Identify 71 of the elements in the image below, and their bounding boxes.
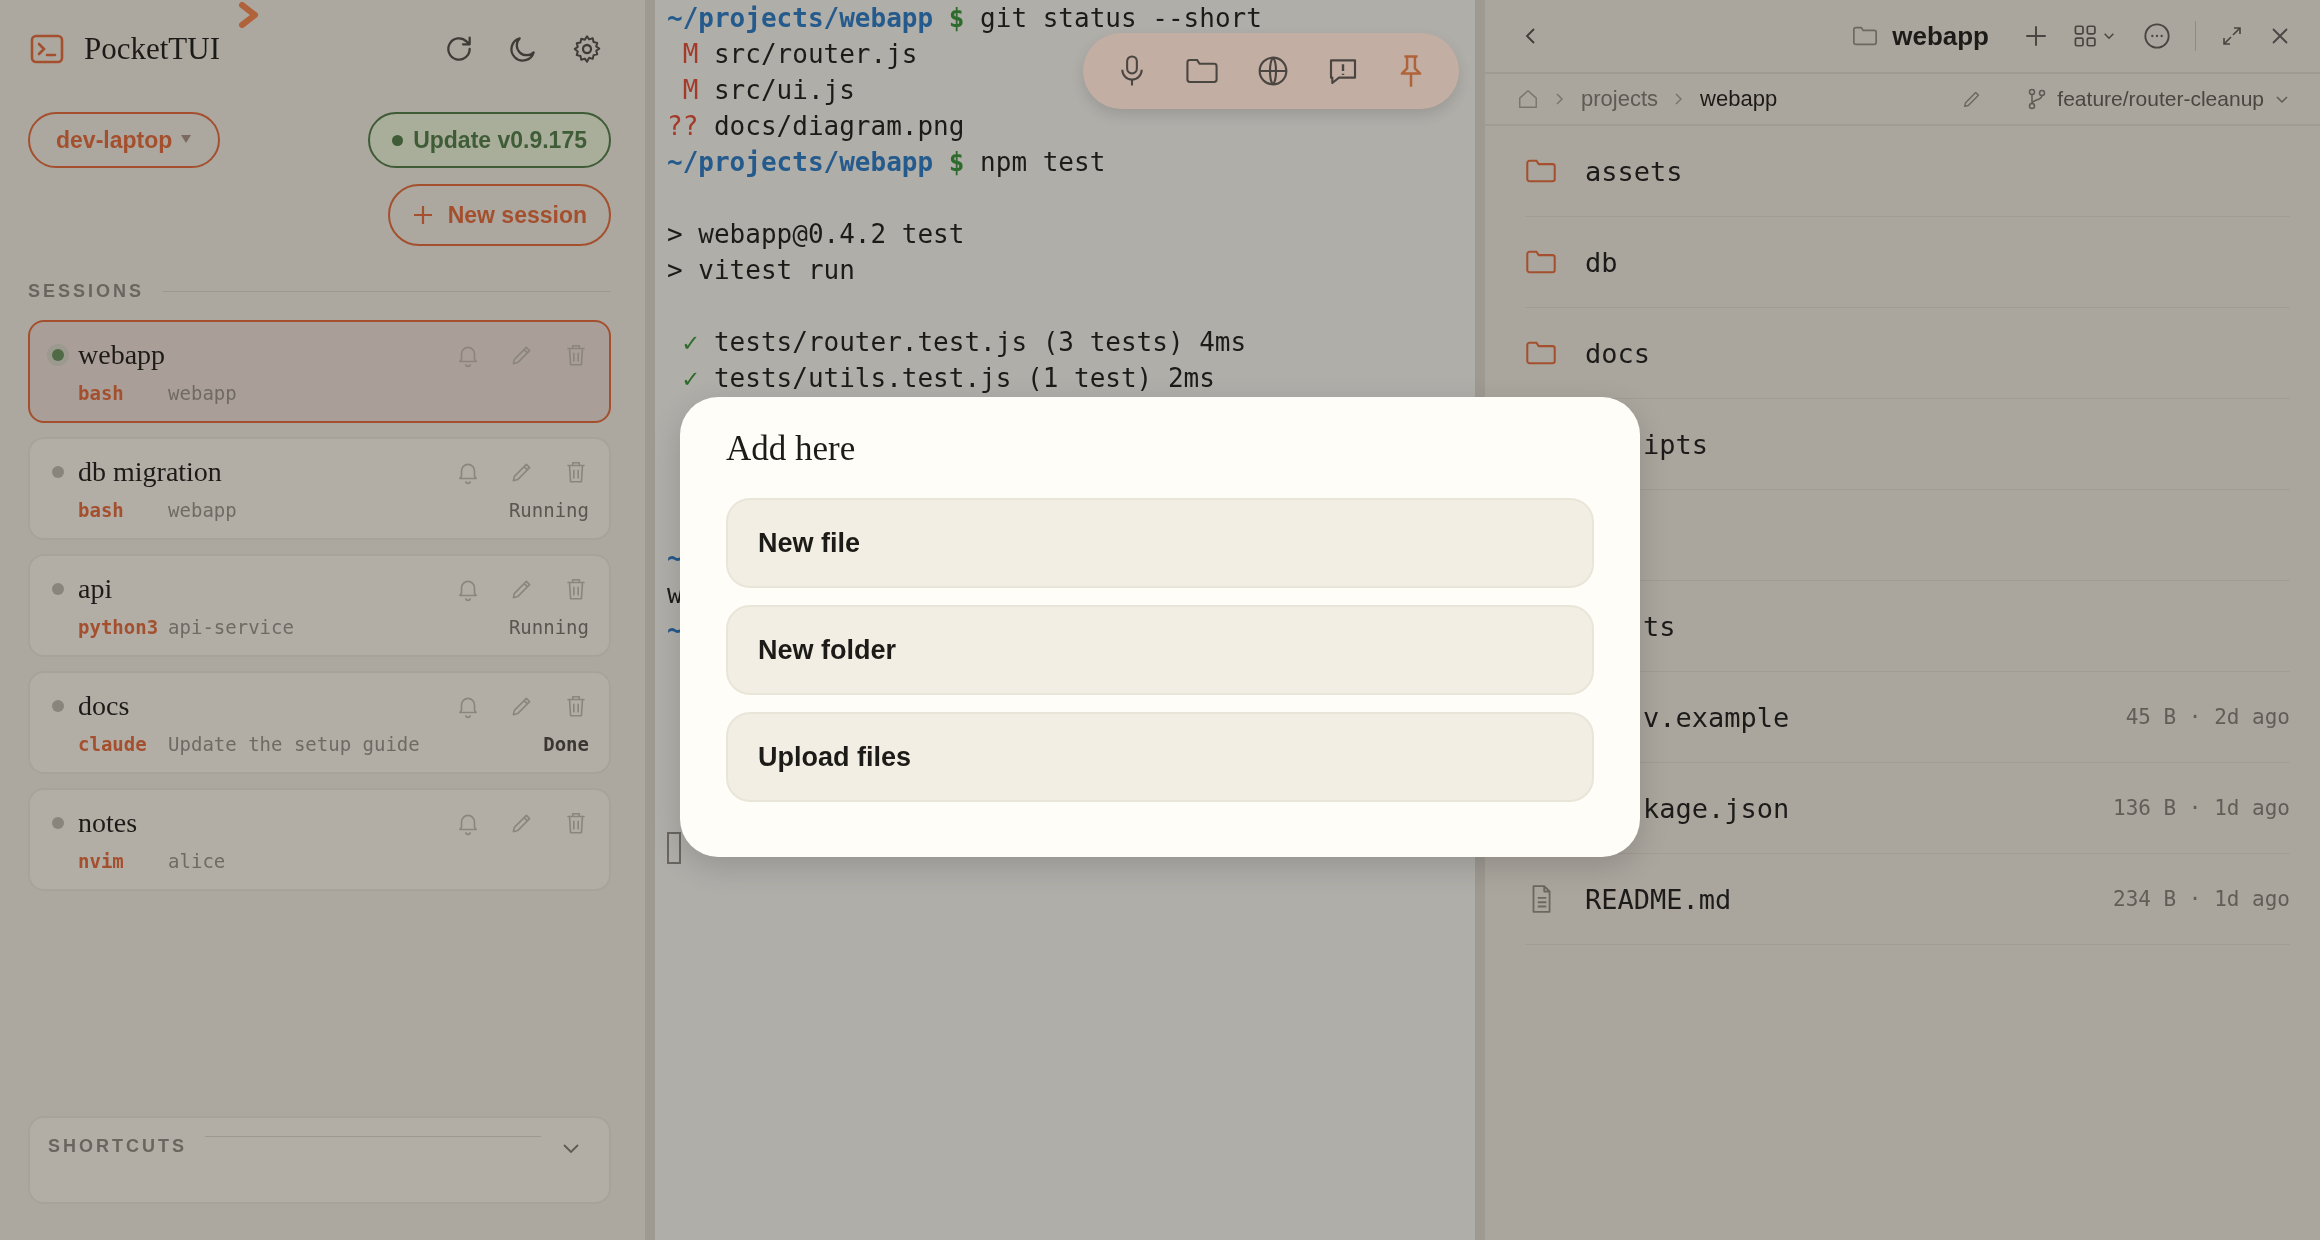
terminal-icon (30, 34, 64, 64)
expand-icon[interactable] (2220, 24, 2244, 48)
file-name[interactable]: ipts (1643, 428, 1709, 460)
terminal-line: ✓ tests/router.test.js (3 tests) 4ms (681, 326, 1247, 359)
plus-icon[interactable] (2023, 23, 2049, 49)
plus-icon (411, 204, 434, 226)
more-icon[interactable] (2143, 22, 2171, 50)
file-name[interactable]: db (1585, 246, 1618, 278)
terminal-line: ✓ tests/utils.test.js (1 test) 2ms (681, 362, 1215, 395)
session-card[interactable]: db migration bash webapp Running (28, 437, 611, 540)
folder-icon (1852, 24, 1879, 48)
app-title: PocketTUI (84, 31, 221, 67)
section-heading: SESSIONS (28, 280, 145, 302)
session-card[interactable]: api python3 api-service Running (28, 554, 611, 657)
chevron-icon (238, 2, 260, 28)
terminal-line: ~/projects/webapp $ npm test (667, 146, 1106, 179)
file-name[interactable]: README.md (1585, 883, 1732, 915)
terminal-line: ?? docs/diagram.png (667, 110, 965, 143)
folder-icon (1525, 339, 1557, 367)
globe-icon[interactable] (1257, 55, 1289, 87)
terminal-line: M src/router.js (681, 38, 918, 71)
session-detail: webapp (168, 499, 237, 521)
folder-icon (1525, 157, 1557, 185)
splitter-handle[interactable] (645, 0, 655, 1240)
terminal-line: M src/ui.js (681, 74, 855, 107)
session-name: api (78, 573, 113, 605)
file-name[interactable]: ts (1643, 610, 1676, 642)
menu-option[interactable]: Upload files (726, 712, 1594, 802)
file-name[interactable]: v.example (1643, 701, 1790, 733)
dialog-title: Add here (726, 429, 857, 469)
session-status: Running (508, 499, 589, 521)
session-detail: Update the setup guide (168, 733, 420, 755)
session-shell: bash (78, 499, 125, 521)
session-name: docs (78, 690, 130, 722)
home-icon[interactable] (1517, 88, 1539, 110)
session-shell: nvim (78, 850, 125, 872)
file-meta: 234 B · 1d ago (2113, 887, 2290, 911)
file-name[interactable]: docs (1585, 337, 1651, 369)
menu-option[interactable]: New file (726, 498, 1594, 588)
file-name[interactable]: assets (1585, 155, 1683, 187)
file-name[interactable]: kage.json (1643, 792, 1790, 824)
session-status: Done (543, 733, 589, 755)
settings-icon[interactable] (571, 33, 603, 65)
branch-selector[interactable]: feature/router-cleanup (2027, 87, 2290, 111)
folder-title: webapp (1892, 20, 1989, 52)
session-card[interactable]: webapp bash webapp (28, 320, 611, 423)
session-status: Running (508, 616, 589, 638)
session-name: webapp (78, 339, 166, 371)
terminal-line: > vitest run (667, 254, 855, 287)
session-card[interactable]: notes nvim alice (28, 788, 611, 891)
session-detail: api-service (168, 616, 294, 638)
session-card[interactable]: docs claude Update the setup guide Done (28, 671, 611, 774)
terminal-cursor (667, 831, 681, 864)
breadcrumb-link[interactable]: webapp (1700, 86, 1778, 112)
caret-icon (180, 133, 193, 144)
session-shell: claude (78, 733, 148, 755)
terminal-line: ~/projects/webapp $ git status --short (667, 2, 1262, 35)
session-detail: webapp (168, 382, 237, 404)
file-meta: 45 B · 2d ago (2125, 705, 2290, 729)
terminal-line: > webapp@0.4.2 test (667, 218, 965, 251)
session-shell: python3 (78, 616, 159, 638)
menu-option[interactable]: New folder (726, 605, 1594, 695)
branch-icon (2027, 88, 2048, 110)
session-name: notes (78, 807, 138, 839)
session-detail: alice (168, 850, 226, 872)
folder-icon[interactable] (1185, 56, 1219, 86)
session-shell: bash (78, 382, 125, 404)
folder-icon (1525, 248, 1557, 276)
session-name: db migration (78, 456, 222, 488)
file-meta: 136 B · 1d ago (2113, 796, 2290, 820)
section-heading: SHORTCUTS (48, 1136, 187, 1157)
